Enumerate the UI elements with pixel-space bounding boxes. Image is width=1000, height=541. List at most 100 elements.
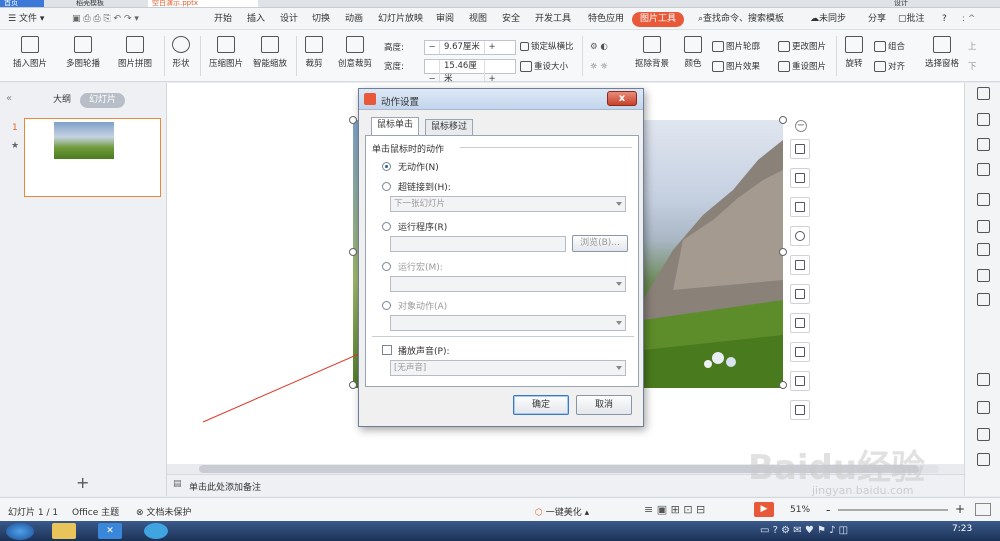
float-replace-button[interactable] — [790, 342, 810, 362]
resize-handle-tl[interactable] — [349, 116, 357, 124]
explorer-icon[interactable] — [52, 523, 76, 539]
radio-object-action[interactable] — [382, 301, 391, 310]
change-picture-button[interactable]: 更改图片 — [778, 39, 826, 55]
lock-ratio-checkbox[interactable]: 锁定纵横比 — [520, 39, 574, 55]
hyperlink-select[interactable]: 下一张幻灯片 — [390, 196, 626, 212]
carousel-button[interactable]: 多图轮播 — [58, 32, 108, 69]
slide-thumbnail[interactable] — [24, 118, 161, 197]
sidebar-fill-icon[interactable] — [977, 193, 990, 206]
zoom-in-button[interactable]: + — [955, 502, 965, 516]
browse-button[interactable]: 浏览(B)... — [572, 235, 628, 252]
browser-icon[interactable] — [144, 523, 168, 539]
play-sound-checkbox[interactable] — [382, 345, 392, 355]
crop-button[interactable]: 裁剪 — [300, 32, 328, 69]
height-input[interactable]: −9.67厘米 + — [424, 40, 516, 55]
fit-window-icon[interactable] — [975, 503, 991, 516]
menu-item-review[interactable]: 审阅 — [434, 12, 456, 27]
remove-background-button[interactable]: 抠除背景 — [628, 32, 676, 69]
menu-item-transition[interactable]: 切换 — [310, 12, 332, 27]
shape-button[interactable]: 形状 — [166, 32, 196, 69]
float-select-button[interactable] — [790, 255, 810, 275]
dialog-close-button[interactable]: x — [607, 91, 637, 106]
cancel-button[interactable]: 取消 — [576, 395, 632, 415]
rotate-button[interactable]: 旋转 — [840, 32, 868, 69]
protect-status[interactable]: ⊗ 文档未保护 — [136, 505, 191, 518]
menu-item-features[interactable]: 特色应用 — [586, 12, 626, 27]
align-button[interactable]: 对齐 — [874, 59, 905, 75]
program-path-input[interactable] — [390, 236, 566, 252]
sidebar-edit-icon[interactable] — [977, 138, 990, 151]
smart-zoom-button[interactable]: 智能缩放 — [250, 32, 290, 69]
landscape-picture[interactable] — [643, 120, 783, 388]
float-link-button[interactable] — [790, 168, 810, 188]
sidebar-shape-icon[interactable] — [977, 163, 990, 176]
resize-handle-ml[interactable] — [349, 248, 357, 256]
height-decrease[interactable]: − — [425, 41, 439, 54]
sidebar-tools-icon[interactable] — [977, 113, 990, 126]
tab-design[interactable]: 设计 — [890, 0, 930, 7]
wps-icon[interactable]: ✕ — [98, 523, 122, 539]
send-down-button[interactable]: 下 — [968, 59, 977, 75]
menu-item-security[interactable]: 安全 — [500, 12, 522, 27]
collage-button[interactable]: 图片拼图 — [110, 32, 160, 69]
add-slide-button[interactable]: + — [76, 473, 89, 492]
menu-item-animation[interactable]: 动画 — [343, 12, 365, 27]
tray-icons[interactable]: ▭ ? ⚙ ✉ ♥ ⚑ ♪ ◫ — [760, 525, 848, 536]
beautify-button[interactable]: ⬡ 一键美化 ▴ — [535, 505, 589, 518]
radio-hyperlink[interactable] — [382, 182, 391, 191]
picture-effect-button[interactable]: 图片效果 — [712, 59, 760, 75]
sidebar-up-icon[interactable] — [977, 87, 990, 100]
menu-item-insert[interactable]: 插入 — [245, 12, 267, 27]
sidebar-help-icon[interactable] — [977, 401, 990, 414]
collapse-float-toolbar-icon[interactable]: − — [795, 120, 807, 132]
play-slideshow-button[interactable]: ▶ — [754, 502, 774, 517]
menu-item-design[interactable]: 设计 — [278, 12, 300, 27]
insert-picture-button[interactable]: 插入图片 — [6, 32, 54, 69]
radio-run-macro[interactable] — [382, 262, 391, 271]
view-switch-icons[interactable]: ≡ ▣ ⊞ ⊡ ⊟ — [644, 503, 705, 516]
zoom-out-button[interactable]: - — [826, 503, 830, 517]
menu-item-slideshow[interactable]: 幻灯片放映 — [376, 12, 425, 27]
float-duplicate-button[interactable] — [790, 313, 810, 333]
float-crop-button[interactable] — [790, 139, 810, 159]
search-box[interactable]: ⌕查找命令、搜索模板 — [696, 12, 786, 27]
float-layout-button[interactable] — [790, 197, 810, 217]
menu-item-devtools[interactable]: 开发工具 — [533, 12, 573, 27]
color-button[interactable]: 颜色 — [680, 32, 706, 69]
picture-outline-button[interactable]: 图片轮廓 — [712, 39, 760, 55]
height-increase[interactable]: + — [485, 41, 499, 54]
reset-size-button[interactable]: 重设大小 — [520, 59, 568, 75]
sidebar-arrange-icon[interactable] — [977, 293, 990, 306]
float-zoom-button[interactable] — [790, 226, 810, 246]
sidebar-settings-icon[interactable] — [977, 269, 990, 282]
zoom-level[interactable]: 51% — [790, 505, 810, 515]
share-button[interactable]: 分享 — [866, 12, 888, 27]
sidebar-picture-icon[interactable] — [977, 373, 990, 386]
reset-picture-button[interactable]: 重设图片 — [778, 59, 826, 75]
resize-handle-br[interactable] — [779, 381, 787, 389]
zoom-slider[interactable] — [838, 509, 948, 511]
radio-run-program[interactable] — [382, 222, 391, 231]
resize-handle-tr[interactable] — [779, 116, 787, 124]
sound-select[interactable]: [无声音] — [390, 360, 626, 376]
comment-button[interactable]: ▢批注 — [896, 12, 927, 27]
start-button[interactable] — [6, 523, 34, 540]
tab-outline[interactable]: 大纲 — [44, 93, 80, 108]
tab-mouse-over[interactable]: 鼠标移过 — [425, 119, 474, 136]
float-copy-button[interactable] — [790, 284, 810, 304]
adjust-icons[interactable]: ⚙ ◐ — [590, 39, 608, 55]
tab-document[interactable]: 空白演示.pptx — [148, 0, 258, 7]
width-input[interactable]: −15.46厘米 + — [424, 59, 516, 86]
dialog-title-bar[interactable]: 动作设置 x — [359, 89, 643, 110]
creative-crop-button[interactable]: 创意裁剪 — [332, 32, 378, 69]
float-picture-button[interactable] — [790, 371, 810, 391]
selection-pane-button[interactable]: 选择窗格 — [920, 32, 964, 69]
group-button[interactable]: 组合 — [874, 39, 905, 55]
help-button[interactable]: ? — [940, 12, 949, 27]
ok-button[interactable]: 确定 — [513, 395, 569, 415]
menu-file[interactable]: ☰ 文件 ▾ — [6, 12, 46, 27]
float-edit-button[interactable] — [790, 400, 810, 420]
sync-button[interactable]: ☁未同步 — [808, 12, 848, 27]
resize-handle-mr[interactable] — [779, 248, 787, 256]
more-icon[interactable]: : ^ — [960, 12, 977, 27]
